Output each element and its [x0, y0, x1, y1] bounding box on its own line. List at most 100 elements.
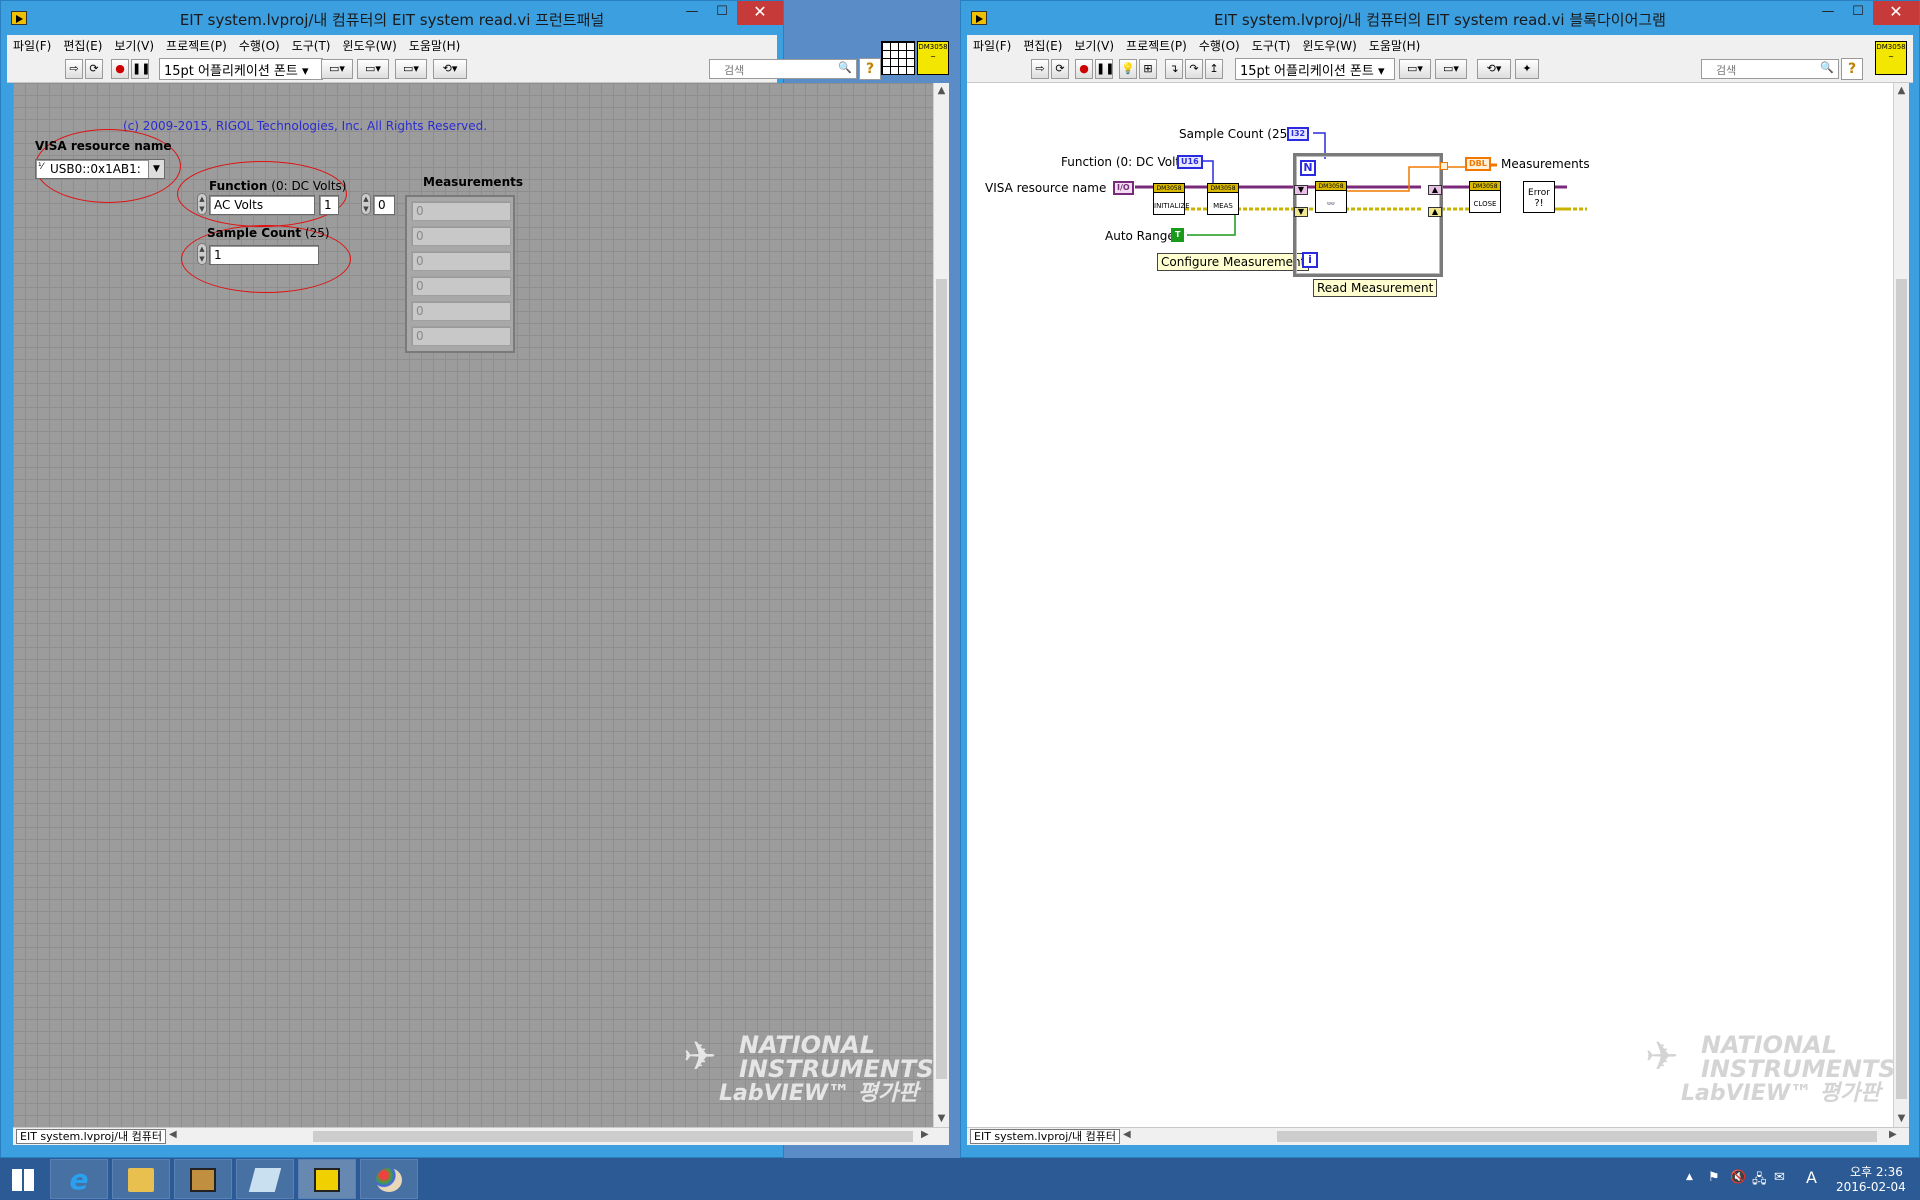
function-terminal[interactable]: U16 [1177, 155, 1203, 169]
front-panel-canvas[interactable]: (c) 2009-2015, RIGOL Technologies, Inc. … [13, 83, 933, 1127]
array-index-spinner[interactable]: ▲ ▼ [361, 193, 371, 215]
block-diagram-canvas[interactable]: Sample Count (25) I32 Function (0: DC Vo… [967, 83, 1893, 1127]
network-icon[interactable]: 🖧 [1752, 1170, 1767, 1192]
reorder-icon[interactable]: ⟲▾ [433, 59, 467, 79]
scroll-left-icon[interactable]: ◀ [1123, 1129, 1131, 1140]
reorder-icon[interactable]: ⟲▾ [1477, 59, 1511, 79]
menu-edit[interactable]: 편집(E) [57, 35, 108, 54]
front-panel-vertical-scrollbar[interactable]: ▲ ▼ [933, 83, 949, 1127]
initialize-subvi[interactable]: DM3058 INITIALIZE [1153, 183, 1190, 215]
align-objects-icon[interactable]: ▭▾ [321, 59, 353, 79]
step-into-icon[interactable]: ↴ [1165, 59, 1183, 79]
font-selector[interactable]: 15pt 어플리케이션 폰트 ▾ [1235, 58, 1395, 80]
menu-operate[interactable]: 수행(O) [1193, 35, 1246, 54]
abort-icon[interactable]: ● [111, 59, 129, 79]
distribute-objects-icon[interactable]: ▭▾ [1435, 59, 1467, 79]
menu-edit[interactable]: 편집(E) [1017, 35, 1068, 54]
ime-indicator[interactable]: A [1806, 1168, 1817, 1187]
maximize-button[interactable]: ☐ [707, 1, 737, 25]
application-instance-selector[interactable]: EIT system.lvproj/내 컴퓨터 [970, 1129, 1120, 1144]
menu-project[interactable]: 프로젝트(P) [1120, 35, 1193, 54]
action-center-icon[interactable]: ⚑ [1708, 1170, 1720, 1185]
menu-help[interactable]: 도움말(H) [403, 35, 467, 54]
sample-count-spinner[interactable]: ▲ ▼ [197, 243, 207, 265]
show-hidden-icons[interactable]: ▲ [1686, 1172, 1693, 1182]
close-button[interactable]: ✕ [737, 1, 783, 25]
menu-window[interactable]: 윈도우(W) [1296, 35, 1362, 54]
pause-icon[interactable]: ❚❚ [131, 59, 150, 79]
scroll-left-icon[interactable]: ◀ [169, 1129, 177, 1140]
block-diagram-titlebar[interactable]: EIT system.lvproj/내 컴퓨터의 EIT system read… [961, 1, 1919, 35]
auto-range-constant[interactable]: T [1171, 228, 1185, 242]
measurements-indicator[interactable]: DBL [1465, 157, 1491, 171]
minimize-button[interactable]: — [677, 1, 707, 25]
menu-view[interactable]: 보기(V) [1068, 35, 1120, 54]
menu-file[interactable]: 파일(F) [7, 35, 57, 54]
application-instance-selector[interactable]: EIT system.lvproj/내 컴퓨터 [16, 1129, 166, 1144]
array-index-field[interactable]: 0 [373, 195, 395, 215]
menu-file[interactable]: 파일(F) [967, 35, 1017, 54]
taskbar-labview-project[interactable] [236, 1159, 294, 1199]
connector-pane-icon[interactable] [881, 41, 915, 75]
for-loop[interactable]: N i ▼ ▼ ▲ ▲ [1293, 153, 1448, 277]
clock-time[interactable]: 오후 2:36 [1850, 1163, 1903, 1180]
front-panel-titlebar[interactable]: EIT system.lvproj/내 컴퓨터의 EIT system read… [1, 1, 783, 35]
function-spinner[interactable]: ▲ ▼ [197, 193, 207, 215]
run-continuously-icon[interactable]: ⟳ [1051, 59, 1069, 79]
context-help-icon[interactable]: ? [1841, 58, 1863, 80]
menu-tools[interactable]: 도구(T) [1246, 35, 1297, 54]
pause-icon[interactable]: ❚❚ [1095, 59, 1114, 79]
read-measurement-subvi[interactable]: DM3058 👓 [1315, 181, 1347, 213]
align-objects-icon[interactable]: ▭▾ [1399, 59, 1431, 79]
font-selector[interactable]: 15pt 어플리케이션 폰트 ▾ [159, 58, 323, 80]
context-help-icon[interactable]: ? [859, 58, 881, 80]
horizontal-scrollbar-thumb[interactable] [313, 1131, 913, 1142]
dropdown-arrow-icon[interactable]: ▼ [148, 160, 164, 178]
sample-count-terminal[interactable]: I32 [1287, 127, 1310, 141]
close-button[interactable]: ✕ [1873, 1, 1919, 25]
menu-window[interactable]: 윈도우(W) [336, 35, 402, 54]
menu-view[interactable]: 보기(V) [108, 35, 160, 54]
function-ring-control[interactable]: AC Volts [209, 195, 315, 215]
block-diagram-vertical-scrollbar[interactable]: ▲ ▼ [1893, 83, 1909, 1127]
simple-error-handler[interactable]: Error ?! [1523, 181, 1555, 213]
horizontal-scrollbar-thumb[interactable] [1277, 1131, 1877, 1142]
search-input[interactable]: 검색 🔍 [709, 59, 857, 79]
loop-count-terminal[interactable]: N [1300, 160, 1316, 176]
menu-help[interactable]: 도움말(H) [1363, 35, 1427, 54]
close-subvi[interactable]: DM3058 CLOSE [1469, 181, 1501, 213]
scroll-down-icon[interactable]: ▼ [1894, 1111, 1909, 1127]
scroll-up-icon[interactable]: ▲ [1894, 83, 1909, 99]
resize-objects-icon[interactable]: ▭▾ [395, 59, 427, 79]
scroll-right-icon[interactable]: ▶ [921, 1129, 929, 1140]
scroll-down-icon[interactable]: ▼ [934, 1111, 949, 1127]
scroll-right-icon[interactable]: ▶ [1889, 1129, 1897, 1140]
abort-icon[interactable]: ● [1075, 59, 1093, 79]
distribute-objects-icon[interactable]: ▭▾ [357, 59, 389, 79]
configure-meas-subvi[interactable]: DM3058 MEAS [1207, 183, 1239, 215]
taskbar-internet-explorer[interactable]: e [50, 1159, 108, 1199]
run-arrow-icon[interactable]: ⇨ [1031, 59, 1049, 79]
scrollbar-thumb[interactable] [936, 279, 947, 1079]
notification-icon[interactable]: ✉ [1774, 1170, 1785, 1185]
visa-resource-control[interactable]: ⅟ USB0::0x1AB1: ▼ [35, 159, 165, 179]
function-number-field[interactable]: 1 [319, 195, 339, 215]
menu-project[interactable]: 프로젝트(P) [160, 35, 233, 54]
minimize-button[interactable]: — [1813, 1, 1843, 25]
vi-icon[interactable]: DM3058 ~ [917, 41, 949, 75]
search-input[interactable]: 검색 🔍 [1701, 59, 1839, 79]
visa-terminal[interactable]: I/O [1113, 181, 1134, 195]
highlight-execution-icon[interactable]: 💡 [1119, 59, 1137, 79]
taskbar-paint[interactable] [360, 1159, 418, 1199]
start-button[interactable] [0, 1159, 46, 1199]
taskbar-file-explorer[interactable] [112, 1159, 170, 1199]
vi-icon[interactable]: DM3058 ~ [1875, 41, 1907, 75]
scroll-up-icon[interactable]: ▲ [934, 83, 949, 99]
taskbar-labview[interactable] [298, 1159, 356, 1199]
sample-count-control[interactable]: 1 [209, 245, 319, 265]
menu-operate[interactable]: 수행(O) [233, 35, 286, 54]
run-continuously-icon[interactable]: ⟳ [85, 59, 103, 79]
step-over-icon[interactable]: ↷ [1185, 59, 1203, 79]
clock-date[interactable]: 2016-02-04 [1836, 1180, 1906, 1194]
clean-up-diagram-icon[interactable]: ✦ [1515, 59, 1539, 79]
